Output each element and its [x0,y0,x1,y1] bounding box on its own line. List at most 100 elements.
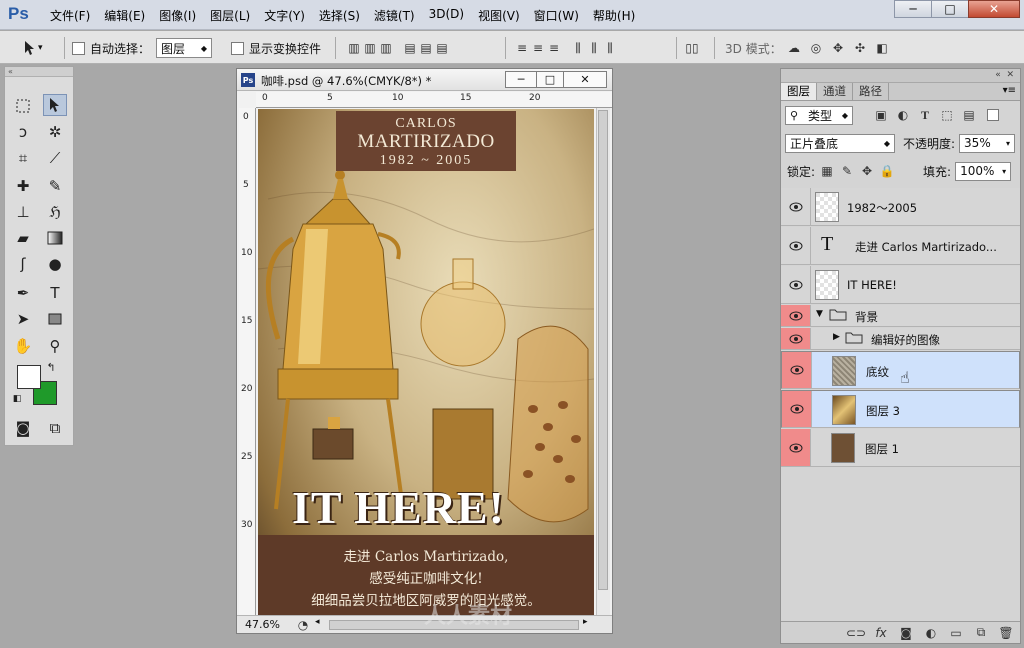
distribute-bottom-icon[interactable]: ≡ [546,40,562,56]
lock-transparent-icon[interactable]: ▦ [819,163,835,179]
move-tool-icon[interactable] [43,94,67,116]
visibility-eye-icon[interactable] [781,305,811,326]
healing-brush-icon[interactable]: ✚ [11,175,35,197]
align-hcenter-icon[interactable]: ▤ [418,40,434,56]
menu-file[interactable]: 文件(F) [50,7,90,24]
align-left-icon[interactable]: ▤ [402,40,418,56]
vertical-scrollbar[interactable] [596,108,610,616]
adjustment-layer-icon[interactable]: ◐ [923,625,939,641]
distribute-top-icon[interactable]: ≡ [514,40,530,56]
slide-3d-icon[interactable]: ✣ [852,40,868,56]
filter-shape-icon[interactable]: ⬚ [939,107,955,123]
rotate-3d-icon[interactable]: ☁ [786,40,802,56]
show-transform-checkbox[interactable] [231,41,244,55]
expand-arrow-icon[interactable]: ▼ [816,309,823,319]
panel-menu-icon[interactable]: ▾≡ [1003,85,1016,96]
swap-colors-icon[interactable]: ↰ [43,359,59,375]
distribute-left-icon[interactable]: ⫼ [570,40,586,56]
distribute-vcenter-icon[interactable]: ≡ [530,40,546,56]
lock-pixels-icon[interactable]: ✎ [839,163,855,179]
menu-view[interactable]: 视图(V) [478,7,520,24]
path-selection-icon[interactable]: ➤ [11,308,35,330]
lock-all-icon[interactable]: 🔒 [879,163,895,179]
toolbox-grip[interactable]: « [5,67,73,77]
menu-window[interactable]: 窗口(W) [534,7,579,24]
layer-group-row[interactable]: ▼ 背景 [781,305,1020,327]
layer-row-selected[interactable]: 底纹 ☝ [781,351,1020,389]
scroll-thumb[interactable] [598,110,608,590]
status-menu-icon[interactable]: ◔ [295,617,311,633]
align-vcenter-icon[interactable]: ▥ [362,40,378,56]
auto-select-option[interactable]: 自动选择： [72,38,150,58]
default-colors-icon[interactable]: ◧ [9,391,25,407]
visibility-eye-icon[interactable] [781,429,811,466]
scroll-left-icon[interactable]: ◂ [315,617,320,627]
filter-pixel-icon[interactable]: ▣ [873,107,889,123]
layer-row[interactable]: IT HERE! [781,266,1020,304]
eraser-icon[interactable]: ▰ [11,227,35,249]
layer-row[interactable]: 1982～2005 [781,188,1020,226]
panel-collapse-bar[interactable]: « ✕ [781,69,1020,83]
zoom-icon[interactable]: ⚲ [43,335,67,357]
canvas-artwork[interactable]: CARLOS MARTIRIZADO 1982 ~ 2005 IT HERE! … [258,109,594,615]
add-mask-icon[interactable]: ◙ [898,625,914,641]
scale-3d-icon[interactable]: ◧ [874,40,890,56]
doc-minimize-button[interactable]: ─ [505,71,537,88]
delete-layer-icon[interactable]: 🗑 [998,625,1014,641]
move-tool-preset[interactable]: ▾ [22,38,43,58]
auto-align-icon[interactable]: ▯▯ [684,40,700,56]
filter-type-icon[interactable]: T [917,107,933,123]
visibility-eye-icon[interactable] [781,266,811,303]
layer-fx-icon[interactable]: fx [873,625,889,641]
collapse-arrow-icon[interactable]: ▶ [833,332,840,342]
document-title-bar[interactable]: Ps 咖啡.psd @ 47.6%(CMYK/8*) * ─ □ ✕ [237,69,612,91]
visibility-eye-icon[interactable] [781,227,811,264]
zoom-level[interactable]: 47.6% [245,618,280,631]
menu-3d[interactable]: 3D(D) [429,7,464,24]
align-right-icon[interactable]: ▤ [434,40,450,56]
menu-layer[interactable]: 图层(L) [210,7,250,24]
vertical-ruler[interactable]: 0 5 10 15 20 25 30 [239,108,256,616]
drag-3d-icon[interactable]: ✥ [830,40,846,56]
new-group-icon[interactable]: ▭ [948,625,964,641]
blur-icon[interactable]: ʃ [11,253,35,275]
doc-close-button[interactable]: ✕ [563,71,607,88]
minimize-button[interactable]: ─ [894,0,932,18]
auto-select-checkbox[interactable] [72,41,85,55]
layer-filter-dropdown[interactable]: ⚲ 类型 ◆ [785,105,853,125]
menu-filter[interactable]: 滤镜(T) [374,7,415,24]
filter-smart-object-icon[interactable]: ▤ [961,107,977,123]
auto-select-dropdown[interactable]: 图层 ◆ [156,38,212,58]
visibility-eye-icon[interactable] [782,391,812,427]
rectangle-shape-icon[interactable] [43,308,67,330]
distribute-hcenter-icon[interactable]: ⫼ [586,40,602,56]
hand-icon[interactable]: ✋ [11,335,35,357]
menu-help[interactable]: 帮助(H) [593,7,635,24]
opacity-field[interactable]: 35% ▾ [959,133,1016,153]
layer-row[interactable]: 图层 1 [781,429,1020,467]
distribute-right-icon[interactable]: ⫼ [602,40,618,56]
type-tool-icon[interactable]: T [43,282,67,304]
lasso-icon[interactable]: ↄ [11,121,35,143]
clone-stamp-icon[interactable]: ⊥ [11,201,35,223]
quick-mask-icon[interactable]: ◙ [11,417,35,439]
show-transform-option[interactable]: 显示变换控件 [231,38,321,58]
gradient-icon[interactable] [43,227,67,249]
link-layers-icon[interactable]: ⊂⊃ [846,625,866,641]
maximize-button[interactable]: □ [931,0,969,18]
horizontal-ruler[interactable]: 0 5 10 15 20 [256,92,612,108]
close-button[interactable]: ✕ [968,0,1020,18]
blend-mode-dropdown[interactable]: 正片叠底 ◆ [785,133,895,153]
lock-position-icon[interactable]: ✥ [859,163,875,179]
menu-type[interactable]: 文字(Y) [264,7,305,24]
menu-edit[interactable]: 编辑(E) [104,7,145,24]
align-bottom-icon[interactable]: ▥ [378,40,394,56]
visibility-eye-icon[interactable] [782,352,812,388]
new-layer-icon[interactable]: ⧉ [973,625,989,641]
eyedropper-icon[interactable]: ⟋ [43,147,67,169]
scroll-right-icon[interactable]: ▸ [583,617,588,627]
screen-mode-icon[interactable]: ⧉ [43,417,67,439]
doc-maximize-button[interactable]: □ [536,71,564,88]
layer-row[interactable]: T 走进 Carlos Martirizado... [781,227,1020,265]
magic-wand-icon[interactable]: ✲ [43,121,67,143]
